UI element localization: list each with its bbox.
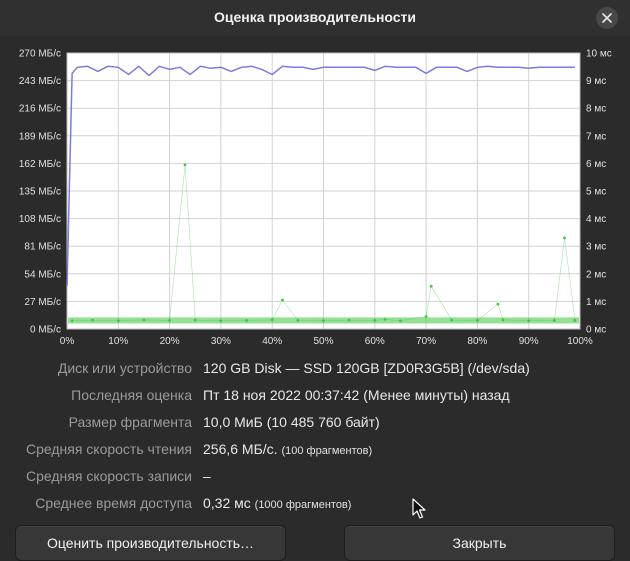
x-tick-label: 90% [519, 336, 539, 347]
access-time-point [281, 298, 284, 302]
info-label-device: Диск или устройство [57, 360, 192, 376]
y-right-tick-label: 6 мс [586, 159, 606, 170]
info-value-read-rate: 256,6 МБ/с. (100 фрагментов) [203, 441, 372, 457]
start-benchmark-button-label: Оценить производительность… [46, 535, 255, 551]
y-right-tick-label: 5 мс [586, 187, 606, 198]
access-time-point [168, 319, 172, 322]
access-time-point [573, 319, 577, 322]
info-note-read-rate: (100 фрагментов) [281, 445, 373, 457]
close-icon [602, 13, 612, 23]
window-close-button[interactable] [596, 7, 618, 29]
x-tick-label: 100% [567, 336, 593, 347]
info-row-write-rate: Средняя скорость записи – [0, 468, 630, 488]
y-right-tick-label: 0 мс [586, 325, 606, 336]
y-left-tick-label: 270 МБ/с [19, 49, 61, 60]
info-note-access-time: (1000 фрагментов) [254, 499, 352, 511]
access-time-point [450, 318, 454, 322]
info-value-device: 120 GB Disk — SSD 120GB [ZD0R3G5B] (/dev… [203, 360, 530, 376]
info-value-read-rate-text: 256,6 МБ/с. [203, 441, 278, 457]
info-label-last-benchmark: Последняя оценка [71, 387, 192, 403]
access-time-point [245, 319, 248, 322]
access-time-point [373, 319, 377, 322]
access-time-point [476, 319, 479, 322]
y-left-tick-label: 81 МБ/с [24, 242, 61, 253]
info-label-sample-size: Размер фрагмента [68, 414, 192, 430]
y-left-tick-label: 216 МБ/с [19, 104, 61, 115]
y-right-tick-label: 1 мс [586, 297, 606, 308]
y-left-tick-label: 54 МБ/с [24, 269, 61, 280]
close-button[interactable]: Закрыть [344, 525, 615, 561]
close-button-label: Закрыть [452, 535, 507, 551]
access-time-point [424, 315, 428, 318]
info-value-sample-size-text: 10,0 МиБ (10 485 760 байт) [203, 414, 380, 430]
info-value-sample-size: 10,0 МиБ (10 485 760 байт) [203, 414, 380, 430]
access-time-point [296, 319, 300, 322]
y-left-tick-label: 189 МБ/с [19, 131, 61, 142]
start-benchmark-button[interactable]: Оценить производительность… [15, 525, 286, 561]
access-time-point [429, 284, 433, 288]
access-time-point [270, 318, 274, 322]
access-time-point [91, 318, 95, 322]
x-tick-label: 40% [262, 336, 282, 347]
mouse-pointer-icon [412, 498, 426, 519]
access-time-point [116, 319, 120, 323]
y-left-tick-label: 27 МБ/с [24, 297, 61, 308]
y-left-tick-label: 108 МБ/с [19, 214, 61, 225]
access-time-point [496, 302, 500, 306]
title-bar: Оценка производительности [0, 0, 630, 36]
y-right-tick-label: 7 мс [586, 131, 606, 142]
y-left-tick-label: 243 МБ/с [19, 76, 61, 87]
access-time-point [501, 318, 505, 322]
info-value-write-rate: – [203, 468, 211, 484]
access-time-point [563, 236, 567, 240]
y-left-tick-label: 135 МБ/с [19, 187, 61, 198]
access-time-point [193, 318, 197, 322]
access-time-point [142, 318, 146, 322]
y-right-tick-label: 10 мс [586, 49, 612, 60]
info-value-access-time-text: 0,32 мс [203, 495, 251, 511]
y-right-tick-label: 4 мс [586, 214, 606, 225]
y-left-tick-label: 162 МБ/с [19, 159, 61, 170]
y-right-tick-label: 3 мс [586, 242, 606, 253]
info-value-last-benchmark-text: Пт 18 ноя 2022 00:37:42 (Менее минуты) н… [203, 387, 510, 403]
y-left-tick-label: 0 МБ/с [30, 325, 61, 336]
benchmark-chart-svg: 270 МБ/с 243 МБ/с 216 МБ/с 189 МБ/с 162 МБ/с… [19, 49, 612, 348]
access-time-point [219, 319, 223, 323]
x-tick-label: 20% [160, 336, 180, 347]
access-time-point [183, 163, 187, 167]
info-row-access-time: Среднее время доступа 0,32 мс (1000 фраг… [0, 495, 630, 515]
access-time-point [70, 319, 74, 323]
y-right-tick-label: 2 мс [586, 269, 606, 280]
access-time-point [527, 319, 531, 323]
access-time-point [552, 319, 556, 322]
window-title: Оценка производительности [213, 9, 417, 25]
info-label-write-rate: Средняя скорость записи [26, 468, 192, 484]
x-tick-label: 60% [365, 336, 385, 347]
info-row-last-benchmark: Последняя оценка Пт 18 ноя 2022 00:37:42… [0, 387, 630, 407]
y-right-tick-label: 9 мс [586, 76, 606, 87]
y-right-tick-label: 8 мс [586, 104, 606, 115]
info-row-read-rate: Средняя скорость чтения 256,6 МБ/с. (100… [0, 441, 630, 461]
x-tick-label: 50% [313, 336, 333, 347]
x-tick-label: 70% [416, 336, 436, 347]
info-label-access-time: Среднее время доступа [35, 495, 192, 511]
info-row-device: Диск или устройство 120 GB Disk — SSD 12… [0, 360, 630, 380]
access-time-point [383, 317, 387, 321]
info-value-last-benchmark: Пт 18 ноя 2022 00:37:42 (Менее минуты) н… [203, 387, 510, 403]
info-value-write-rate-text: – [203, 468, 211, 484]
access-time-point [322, 319, 325, 323]
info-value-device-text: 120 GB Disk — SSD 120GB [ZD0R3G5B] (/dev… [203, 360, 530, 376]
info-label-read-rate: Средняя скорость чтения [25, 441, 192, 457]
x-tick-label: 80% [467, 336, 487, 347]
benchmark-chart: 270 МБ/с 243 МБ/с 216 МБ/с 189 МБ/с 162 МБ/с… [0, 40, 630, 350]
access-time-point [347, 318, 351, 322]
x-tick-label: 0% [60, 336, 75, 347]
x-tick-label: 10% [108, 336, 128, 347]
info-value-access-time: 0,32 мс (1000 фрагментов) [203, 495, 351, 511]
info-row-sample-size: Размер фрагмента 10,0 МиБ (10 485 760 ба… [0, 414, 630, 434]
x-tick-label: 30% [211, 336, 231, 347]
access-time-point [399, 319, 402, 323]
